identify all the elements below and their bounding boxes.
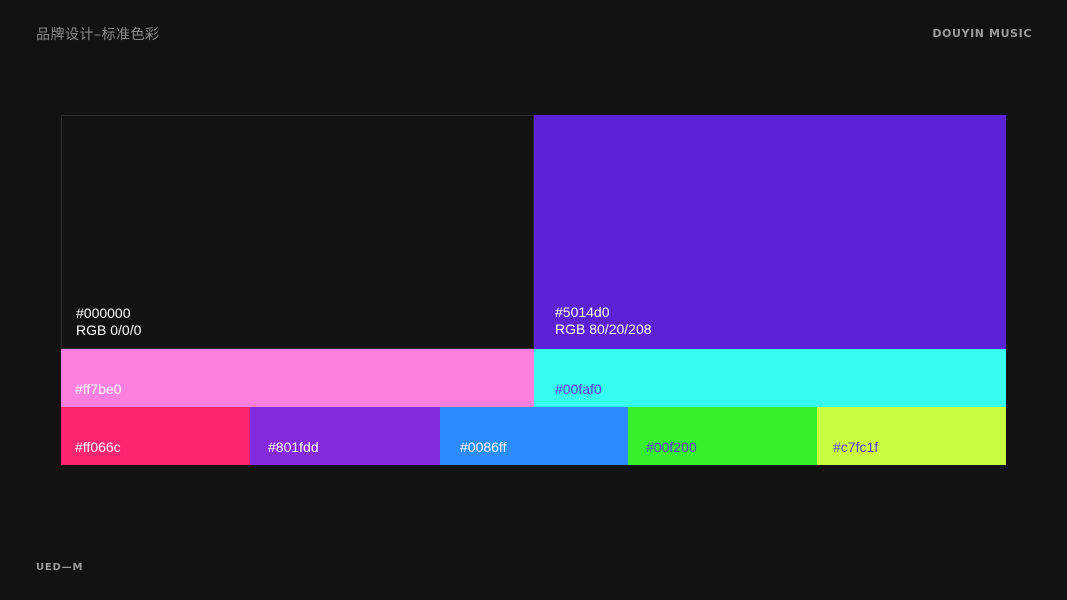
footer-mark: UED—M	[36, 562, 84, 573]
page-title: 品牌设计–标准色彩	[36, 27, 160, 43]
swatch-black: #000000 RGB 0/0/0	[61, 115, 534, 349]
swatch-red-hex: #ff066c	[75, 439, 121, 455]
swatch-purple-hex: #5014d0	[555, 304, 610, 320]
swatch-purple-label: #5014d0 RGB 80/20/208	[555, 304, 652, 338]
swatch-cyan: #00faf0	[534, 349, 1006, 407]
swatch-lime-hex: #c7fc1f	[833, 439, 879, 455]
swatch-green: #00f200	[628, 407, 817, 465]
brand-name: DOUYIN MUSIC	[932, 27, 1032, 40]
swatch-cyan-hex: #00faf0	[555, 381, 602, 397]
swatch-pink: #ff7be0	[61, 349, 534, 407]
color-palette: #000000 RGB 0/0/0 #5014d0 RGB 80/20/208 …	[61, 115, 1006, 465]
swatch-black-hex: #000000	[76, 305, 131, 321]
swatch-violet-hex: #801fdd	[268, 439, 319, 455]
swatch-blue: #0086ff	[440, 407, 628, 465]
swatch-violet: #801fdd	[250, 407, 440, 465]
swatch-black-label: #000000 RGB 0/0/0	[76, 305, 141, 339]
swatch-red: #ff066c	[61, 407, 250, 465]
swatch-pink-hex: #ff7be0	[75, 381, 122, 397]
swatch-black-rgb: RGB 0/0/0	[76, 322, 142, 338]
swatch-lime: #c7fc1f	[817, 407, 1006, 465]
swatch-purple: #5014d0 RGB 80/20/208	[534, 115, 1006, 349]
swatch-green-hex: #00f200	[646, 439, 697, 455]
swatch-blue-hex: #0086ff	[460, 439, 507, 455]
swatch-purple-rgb: RGB 80/20/208	[555, 321, 652, 337]
